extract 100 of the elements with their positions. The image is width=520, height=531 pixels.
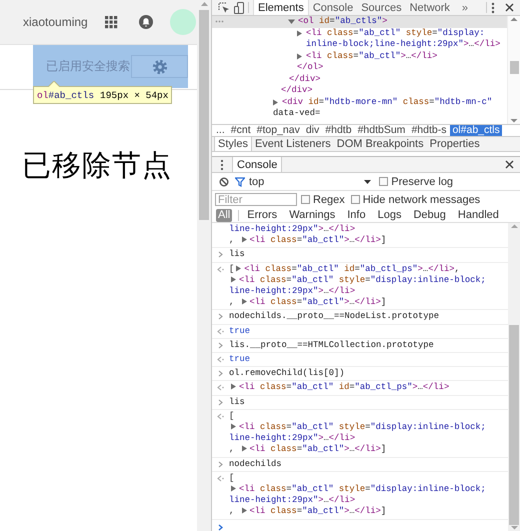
breadcrumb-overflow[interactable]: ... [214, 125, 227, 136]
console-punctuation: , [229, 235, 236, 246]
expand-triangle-icon[interactable] [240, 298, 248, 306]
console-element[interactable]: line-height:29px">…</li> [229, 286, 356, 296]
menu-icon[interactable] [220, 158, 224, 170]
context-selector[interactable]: top [249, 176, 264, 188]
console-element[interactable]: <li class="ab_ctl" style="display:inline-block; [239, 274, 486, 285]
more-tabs-button[interactable]: » [458, 0, 472, 15]
console-command: lis [229, 396, 245, 407]
console-element[interactable]: <li class="ab_ctl" id="ab_ctl_ps">…</li> [239, 382, 450, 392]
expand-triangle-icon[interactable] [230, 485, 237, 492]
checkbox[interactable] [301, 195, 310, 204]
console-value: true [229, 354, 250, 364]
panel-tab[interactable]: Console [308, 0, 358, 15]
breadcrumb[interactable]: #hdtb [323, 125, 354, 136]
console-element[interactable]: <li class="ab_ctl" style="display:inline-block; [239, 484, 486, 494]
bell-icon[interactable] [138, 15, 153, 29]
console-punctuation: , [229, 297, 236, 308]
expand-triangle-icon[interactable] [230, 423, 237, 430]
expand-triangle-icon[interactable] [288, 18, 295, 25]
scrollbar-thumb[interactable] [510, 61, 518, 74]
log-level-filter[interactable]: Warnings [287, 208, 338, 222]
console-command: nodechilds [229, 458, 282, 469]
log-level-filter[interactable]: Logs [376, 208, 404, 222]
console-punctuation: , [229, 506, 236, 516]
log-level-filter[interactable]: Errors [245, 208, 280, 222]
expand-triangle-icon[interactable] [272, 98, 279, 106]
dom-closing-tag: </ol> [297, 62, 505, 74]
scrollbar-thumb[interactable] [199, 10, 210, 220]
result-chevron-icon [217, 474, 224, 482]
console-element[interactable]: <li class="ab_ctl" id="ab_ctl_ps">…</li>, [244, 264, 460, 274]
console-element[interactable]: <li class="ab_ctl" style="display:inline-block; [239, 422, 486, 432]
breadcrumb[interactable]: div [304, 125, 322, 136]
close-icon[interactable] [505, 3, 514, 12]
expand-triangle-icon[interactable] [240, 507, 248, 514]
checkbox-label: Preserve log [391, 176, 454, 188]
breadcrumb[interactable]: #cnt [228, 125, 253, 136]
filter-icon[interactable] [235, 176, 245, 186]
console-element[interactable]: line-height:29px">…</li> [229, 495, 356, 506]
device-icon[interactable] [234, 2, 244, 14]
scrollbar[interactable] [507, 16, 520, 124]
breadcrumb[interactable]: ol#ab_ctls [450, 125, 502, 136]
expand-triangle-icon[interactable] [230, 276, 237, 283]
dom-node-tag: <li class="ab_ctl" style="display: inline-block;line-height:29px">…</li> [306, 28, 505, 50]
dom-node-tag: <ol id="ab_ctls"> [298, 16, 505, 28]
scrollbar-thumb[interactable] [509, 325, 519, 525]
panel-tab[interactable]: Sources [357, 0, 406, 15]
console-punctuation: [ [229, 264, 234, 274]
panel-tab[interactable]: Network [406, 0, 454, 15]
expand-triangle-icon[interactable] [230, 383, 237, 390]
console-punctuation: [ [229, 410, 234, 421]
checkbox[interactable] [350, 195, 360, 204]
expand-triangle-icon[interactable] [240, 236, 248, 244]
console-element[interactable]: <li class="ab_ctl">…</li>] [250, 444, 386, 454]
prompt-chevron-icon [218, 524, 224, 531]
console-element[interactable]: <li class="ab_ctl">…</li>] [250, 297, 386, 308]
console-element[interactable]: line-height:29px">…</li> [229, 433, 356, 444]
console-command: lis [229, 249, 245, 260]
sidebar-tab[interactable]: Styles [214, 137, 252, 151]
result-chevron-icon [217, 328, 224, 335]
expand-triangle-icon[interactable] [240, 445, 248, 452]
result-chevron-icon [217, 266, 224, 273]
dom-tree-row[interactable]: <ol id="ab_ctls"> [212, 16, 507, 28]
tooltip-selector: ol#ab_ctls [37, 90, 94, 100]
expand-triangle-icon[interactable] [235, 264, 242, 272]
scrollbar[interactable] [508, 223, 520, 531]
clear-icon[interactable] [219, 176, 229, 186]
checkbox[interactable] [379, 177, 388, 186]
username[interactable]: xiaotouming [23, 15, 88, 29]
input-chevron-icon [218, 460, 224, 468]
apps-grid-icon[interactable] [104, 15, 118, 29]
dom-tree-row[interactable]: <li class="ab_ctl">…</li> [212, 50, 507, 62]
menu-icon[interactable] [491, 2, 495, 14]
dropdown-icon[interactable] [364, 178, 372, 184]
expand-triangle-icon[interactable] [296, 30, 303, 36]
breadcrumb[interactable]: #hdtb-s [409, 125, 448, 136]
console-element[interactable]: <li class="ab_ctl">…</li>] [250, 506, 386, 516]
scroll-down-icon[interactable] [510, 118, 518, 124]
console-punctuation: [ [229, 472, 234, 483]
console-command: ol.removeChild(lis[0]) [229, 368, 345, 378]
filter-field[interactable]: Filter [215, 193, 297, 206]
console-element[interactable]: line-height:29px">…</li> [229, 224, 356, 234]
panel-tab[interactable]: Elements [253, 0, 309, 15]
dom-tree-row[interactable]: <div id="hdtb-more-mn" class="hdtb-mn-c" data-ved= [212, 96, 507, 120]
dom-tree-row[interactable]: <li class="ab_ctl" style="display: inline-block;line-height:29px">…</li> [212, 28, 507, 50]
inspect-icon[interactable] [218, 2, 230, 14]
log-level-filter[interactable]: Handled [456, 208, 501, 222]
breadcrumb[interactable]: #top_nav [254, 125, 302, 136]
log-level-filter[interactable]: Debug [411, 208, 448, 222]
sidebar-tab[interactable]: Event Listeners [252, 137, 334, 151]
console-element[interactable]: <li class="ab_ctl">…</li>] [250, 235, 386, 246]
close-icon[interactable] [505, 160, 514, 169]
sidebar-tab[interactable]: Properties [426, 137, 483, 151]
sidebar-tab[interactable]: DOM Breakpoints [334, 137, 427, 151]
input-chevron-icon [218, 398, 224, 406]
breadcrumb[interactable]: #hdtbSum [356, 125, 408, 136]
scrollbar[interactable] [197, 0, 211, 531]
expand-triangle-icon[interactable] [296, 52, 303, 60]
log-level-filter[interactable]: Info [345, 208, 368, 222]
drawer-tab[interactable]: Console [232, 157, 282, 172]
